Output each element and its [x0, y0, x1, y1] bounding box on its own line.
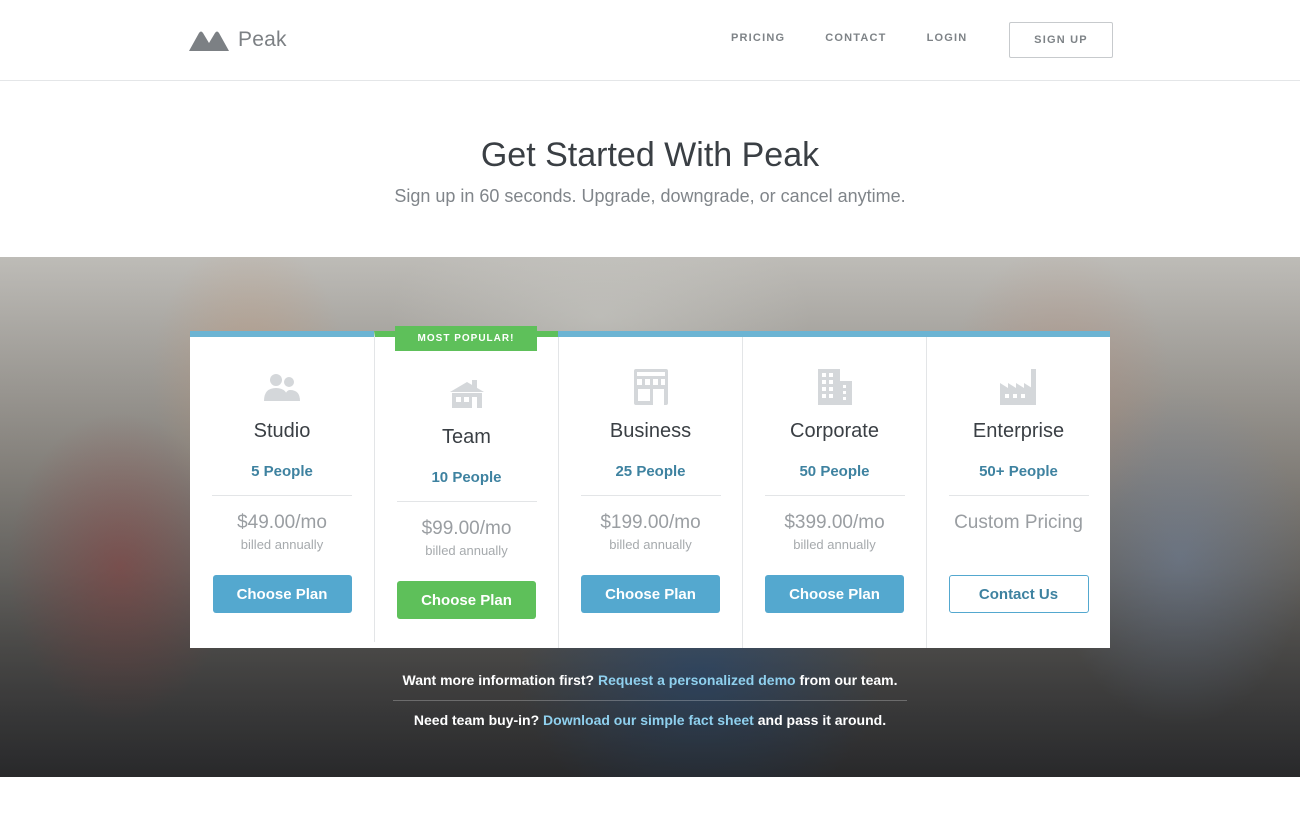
factory-icon	[999, 369, 1039, 405]
choose-plan-button-studio[interactable]: Choose Plan	[212, 575, 352, 613]
plan-billing: billed annually	[240, 537, 324, 552]
plan-card-team: MOST POPULAR! Team 10 People $99.00/mo b…	[374, 326, 558, 642]
page-subtitle: Sign up in 60 seconds. Upgrade, downgrad…	[394, 186, 906, 206]
plan-billing: billed annually	[425, 543, 508, 558]
divider	[212, 495, 352, 496]
demo-info-prefix: Want more information first?	[402, 672, 595, 688]
plan-name: Team	[442, 426, 491, 448]
plan-name: Enterprise	[972, 420, 1065, 442]
choose-plan-button-team[interactable]: Choose Plan	[397, 581, 536, 619]
plan-people: 5 People	[251, 463, 313, 480]
house-icon	[447, 375, 487, 411]
plan-people: 10 People	[431, 469, 502, 486]
divider	[396, 501, 537, 502]
plan-price: $99.00/mo	[421, 518, 512, 539]
plan-name: Studio	[253, 420, 311, 442]
plan-people: 50 People	[799, 463, 870, 480]
download-factsheet-link[interactable]: Download our simple fact sheet	[543, 712, 754, 728]
mountain-logo-icon	[189, 31, 229, 51]
request-demo-link[interactable]: Request a personalized demo	[598, 672, 796, 688]
plan-card-business: Business 25 People $199.00/mo billed ann…	[558, 337, 742, 648]
factsheet-info-suffix: and pass it around.	[757, 712, 887, 728]
top-navbar: Peak PRICING CONTACT LOGIN SIGN UP	[0, 0, 1300, 81]
people-icon	[262, 369, 302, 405]
nav-link-login[interactable]: LOGIN	[927, 32, 968, 44]
contact-us-button[interactable]: Contact Us	[948, 575, 1089, 613]
plan-name: Corporate	[790, 420, 879, 442]
signup-button[interactable]: SIGN UP	[1009, 22, 1113, 58]
demo-info-line: Want more information first? Request a p…	[0, 672, 1300, 688]
nav-link-contact[interactable]: CONTACT	[825, 32, 886, 44]
plan-price: $399.00/mo	[784, 512, 885, 533]
choose-plan-button-corporate[interactable]: Choose Plan	[765, 575, 904, 613]
plan-price: $49.00/mo	[237, 512, 327, 533]
factsheet-info-line: Need team buy-in? Download our simple fa…	[0, 712, 1300, 728]
divider	[948, 495, 1089, 496]
most-popular-badge: MOST POPULAR!	[395, 326, 537, 351]
plan-card-studio: Studio 5 People $49.00/mo billed annuall…	[190, 337, 374, 648]
storefront-icon	[631, 369, 671, 405]
brand-logo[interactable]: Peak	[189, 28, 287, 52]
demo-info-suffix: from our team.	[799, 672, 898, 688]
divider	[580, 495, 721, 496]
page-title: Get Started With Peak	[480, 136, 820, 174]
factsheet-info-prefix: Need team buy-in?	[413, 712, 540, 728]
plan-billing: billed annually	[793, 537, 876, 552]
plan-card-enterprise: Enterprise 50+ People Custom Pricing Con…	[926, 337, 1110, 648]
pricing-table: Studio 5 People $49.00/mo billed annuall…	[190, 326, 1110, 648]
nav-link-pricing[interactable]: PRICING	[731, 32, 785, 44]
plan-people: 25 People	[615, 463, 686, 480]
divider	[764, 495, 905, 496]
brand-name: Peak	[238, 28, 287, 51]
plan-people: 50+ People	[979, 463, 1058, 480]
choose-plan-button-business[interactable]: Choose Plan	[581, 575, 720, 613]
plan-price: $199.00/mo	[600, 512, 701, 533]
office-building-icon	[815, 369, 855, 405]
plan-card-corporate: Corporate 50 People $399.00/mo billed an…	[742, 337, 926, 648]
plan-name: Business	[609, 420, 692, 442]
plan-billing: billed annually	[609, 537, 692, 552]
plan-price: Custom Pricing	[954, 512, 1083, 533]
nav-links: PRICING CONTACT LOGIN	[731, 32, 1007, 44]
info-divider	[393, 700, 907, 701]
